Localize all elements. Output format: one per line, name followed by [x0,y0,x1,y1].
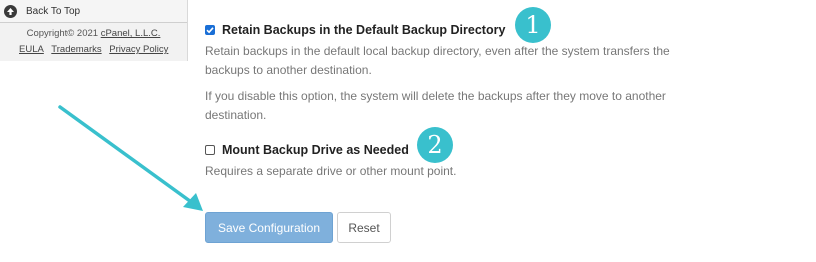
arrow-up-circle-icon [4,4,17,18]
copyright-text: Copyright© 2021 cPanel, L.L.C. [0,28,187,39]
back-to-top-label: Back To Top [26,5,81,17]
checkmark-icon [206,27,214,34]
mount-drive-label[interactable]: Mount Backup Drive as Needed [222,143,409,157]
retain-backups-checkbox[interactable] [205,25,215,35]
cpanel-link[interactable]: cPanel, L.L.C. [101,28,161,39]
step-badge-1: 1 [515,7,551,43]
mount-drive-checkbox[interactable] [205,145,215,155]
privacy-policy-link[interactable]: Privacy Policy [109,44,168,55]
eula-link[interactable]: EULA [19,44,44,55]
trademarks-link[interactable]: Trademarks [51,44,101,55]
sidebar-footer: Back To Top Copyright© 2021 cPanel, L.L.… [0,0,188,61]
footer-links: EULA Trademarks Privacy Policy [19,44,173,55]
retain-backups-note: If you disable this option, the system w… [205,89,666,122]
mount-drive-option[interactable]: Mount Backup Drive as Needed [205,143,409,157]
retain-backups-description: Retain backups in the default local back… [205,44,670,77]
back-to-top-link[interactable]: Back To Top [0,0,187,23]
retain-backups-label[interactable]: Retain Backups in the Default Backup Dir… [222,23,505,37]
retain-backups-option[interactable]: Retain Backups in the Default Backup Dir… [205,23,505,37]
mount-drive-description: Requires a separate drive or other mount… [205,164,457,178]
save-configuration-button[interactable]: Save Configuration [205,212,333,243]
copyright-prefix: Copyright© 2021 [26,28,99,39]
reset-button[interactable]: Reset [337,212,391,243]
step-badge-2: 2 [417,127,453,163]
